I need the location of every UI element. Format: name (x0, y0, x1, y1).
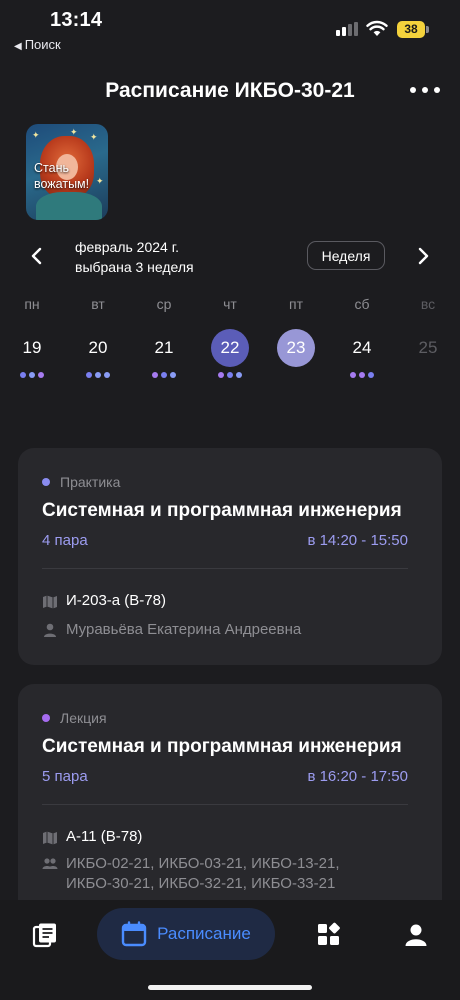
lesson-dots (208, 372, 252, 380)
map-icon (43, 831, 57, 845)
back-label: Поиск (24, 37, 61, 52)
day-of-week-label: пн (24, 296, 40, 312)
day-number-button-selected[interactable]: 22 (211, 329, 249, 367)
lesson-type-label: Практика (60, 474, 121, 490)
map-icon (43, 595, 57, 609)
widgets-icon (318, 922, 340, 945)
week-info: февраль 2024 г. выбрана 3 неделя (75, 237, 194, 277)
day-number-button[interactable]: 24 (343, 329, 381, 367)
day-column: чт 22 (208, 296, 252, 380)
lesson-groups: ИКБО-02-21, ИКБО-03-21, ИКБО-13-21, ИКБО… (66, 854, 340, 894)
lesson-title: Системная и программная инженерия (42, 736, 402, 757)
tab-schedule-label: Расписание (157, 924, 251, 943)
lesson-teacher-row: Муравьёва Екатерина Андреевна (42, 620, 301, 640)
lesson-dots (340, 372, 384, 380)
lesson-time: в 16:20 - 17:50 (307, 768, 408, 785)
day-column: ср 21 (142, 296, 186, 380)
more-options-button[interactable] (410, 80, 440, 100)
lesson-type-label: Лекция (60, 710, 107, 726)
lesson-dots (274, 372, 318, 380)
wifi-icon (366, 20, 388, 36)
lesson-card[interactable]: Лекция Системная и программная инженерия… (18, 684, 442, 924)
divider (42, 568, 408, 569)
battery-icon: 38 (397, 21, 425, 38)
lesson-title: Системная и программная инженерия (42, 500, 402, 521)
lesson-groups-line: ИКБО-30-21, ИКБО-32-21, ИКБО-33-21 (66, 875, 336, 892)
day-column: сб 24 (340, 296, 384, 380)
tab-materials[interactable] (20, 912, 70, 958)
lesson-dots (10, 372, 54, 380)
lesson-card[interactable]: Практика Системная и программная инженер… (18, 448, 442, 665)
lesson-type: Практика (42, 474, 120, 490)
battery-tip (426, 26, 429, 33)
day-number-button[interactable]: 25 (409, 329, 447, 367)
group-icon (42, 858, 58, 869)
story-illustration-body (36, 192, 102, 220)
tab-profile[interactable] (391, 912, 441, 958)
lesson-type-dot (42, 478, 50, 486)
day-column: пн 19 (10, 296, 54, 380)
lesson-room: И-203-а (В-78) (66, 592, 166, 609)
lesson-room: А-11 (В-78) (66, 828, 143, 845)
month-label: февраль 2024 г. (75, 239, 179, 255)
lesson-type: Лекция (42, 710, 107, 726)
star-icon: ✦ (70, 127, 78, 137)
day-of-week-label: сб (354, 296, 370, 312)
divider (42, 804, 408, 805)
lesson-groups-line: ИКБО-02-21, ИКБО-03-21, ИКБО-13-21, (66, 855, 340, 872)
back-to-search-link[interactable]: ◀ Поиск (14, 37, 61, 52)
day-of-week-label: пт (289, 296, 303, 312)
lesson-time: в 14:20 - 15:50 (307, 532, 408, 549)
cellular-signal-icon (336, 22, 358, 36)
lesson-dots (76, 372, 120, 380)
lesson-pair-number: 4 пара (42, 532, 88, 549)
lesson-pair-number: 5 пара (42, 768, 88, 785)
lesson-dots (406, 372, 450, 380)
ellipsis-icon (410, 87, 416, 93)
day-number-button[interactable]: 20 (79, 329, 117, 367)
ellipsis-dot (422, 87, 428, 93)
lesson-type-dot (42, 714, 50, 722)
calendar-icon (121, 921, 147, 947)
day-of-week-label: вс (420, 296, 436, 312)
status-bar: 13:14 ◀ Поиск 38 (0, 0, 460, 56)
lesson-room-row: А-11 (В-78) (42, 828, 142, 846)
day-of-week-label: ср (156, 296, 172, 312)
book-icon (32, 923, 56, 948)
lesson-groups-row: ИКБО-02-21, ИКБО-03-21, ИКБО-13-21, ИКБО… (42, 854, 340, 894)
day-of-week-label: чт (223, 296, 237, 312)
view-mode-button[interactable]: Неделя (307, 241, 385, 270)
story-card[interactable]: ✦ ✦ ✦ ✦ Стань вожатым! (26, 124, 108, 220)
bottom-tab-bar: Расписание (0, 900, 460, 1000)
day-number-button[interactable]: 21 (145, 329, 183, 367)
day-column: пт 23 (274, 296, 318, 380)
previous-week-button[interactable] (25, 244, 49, 268)
day-column: вс 25 (406, 296, 450, 380)
status-time: 13:14 (50, 9, 103, 31)
profile-icon (405, 924, 427, 946)
day-column: вт 20 (76, 296, 120, 380)
tab-services[interactable] (304, 912, 354, 958)
day-number-button-today[interactable]: 23 (277, 329, 315, 367)
person-icon (44, 623, 56, 637)
lesson-room-row: И-203-а (В-78) (42, 592, 166, 610)
day-of-week-label: вт (91, 296, 105, 312)
star-icon: ✦ (90, 132, 98, 142)
star-icon: ✦ (32, 130, 40, 140)
story-text: Стань вожатым! (34, 161, 90, 191)
home-indicator (148, 985, 312, 990)
tab-schedule[interactable]: Расписание (97, 908, 275, 960)
ellipsis-dot (434, 87, 440, 93)
next-week-button[interactable] (411, 244, 435, 268)
day-number-button[interactable]: 19 (13, 329, 51, 367)
week-number-label: выбрана 3 неделя (75, 259, 194, 275)
lesson-dots (142, 372, 186, 380)
lesson-teacher: Муравьёва Екатерина Андреевна (66, 621, 302, 638)
page-title: Расписание ИКБО-30-21 (105, 79, 355, 102)
back-triangle-icon: ◀ (14, 41, 22, 52)
